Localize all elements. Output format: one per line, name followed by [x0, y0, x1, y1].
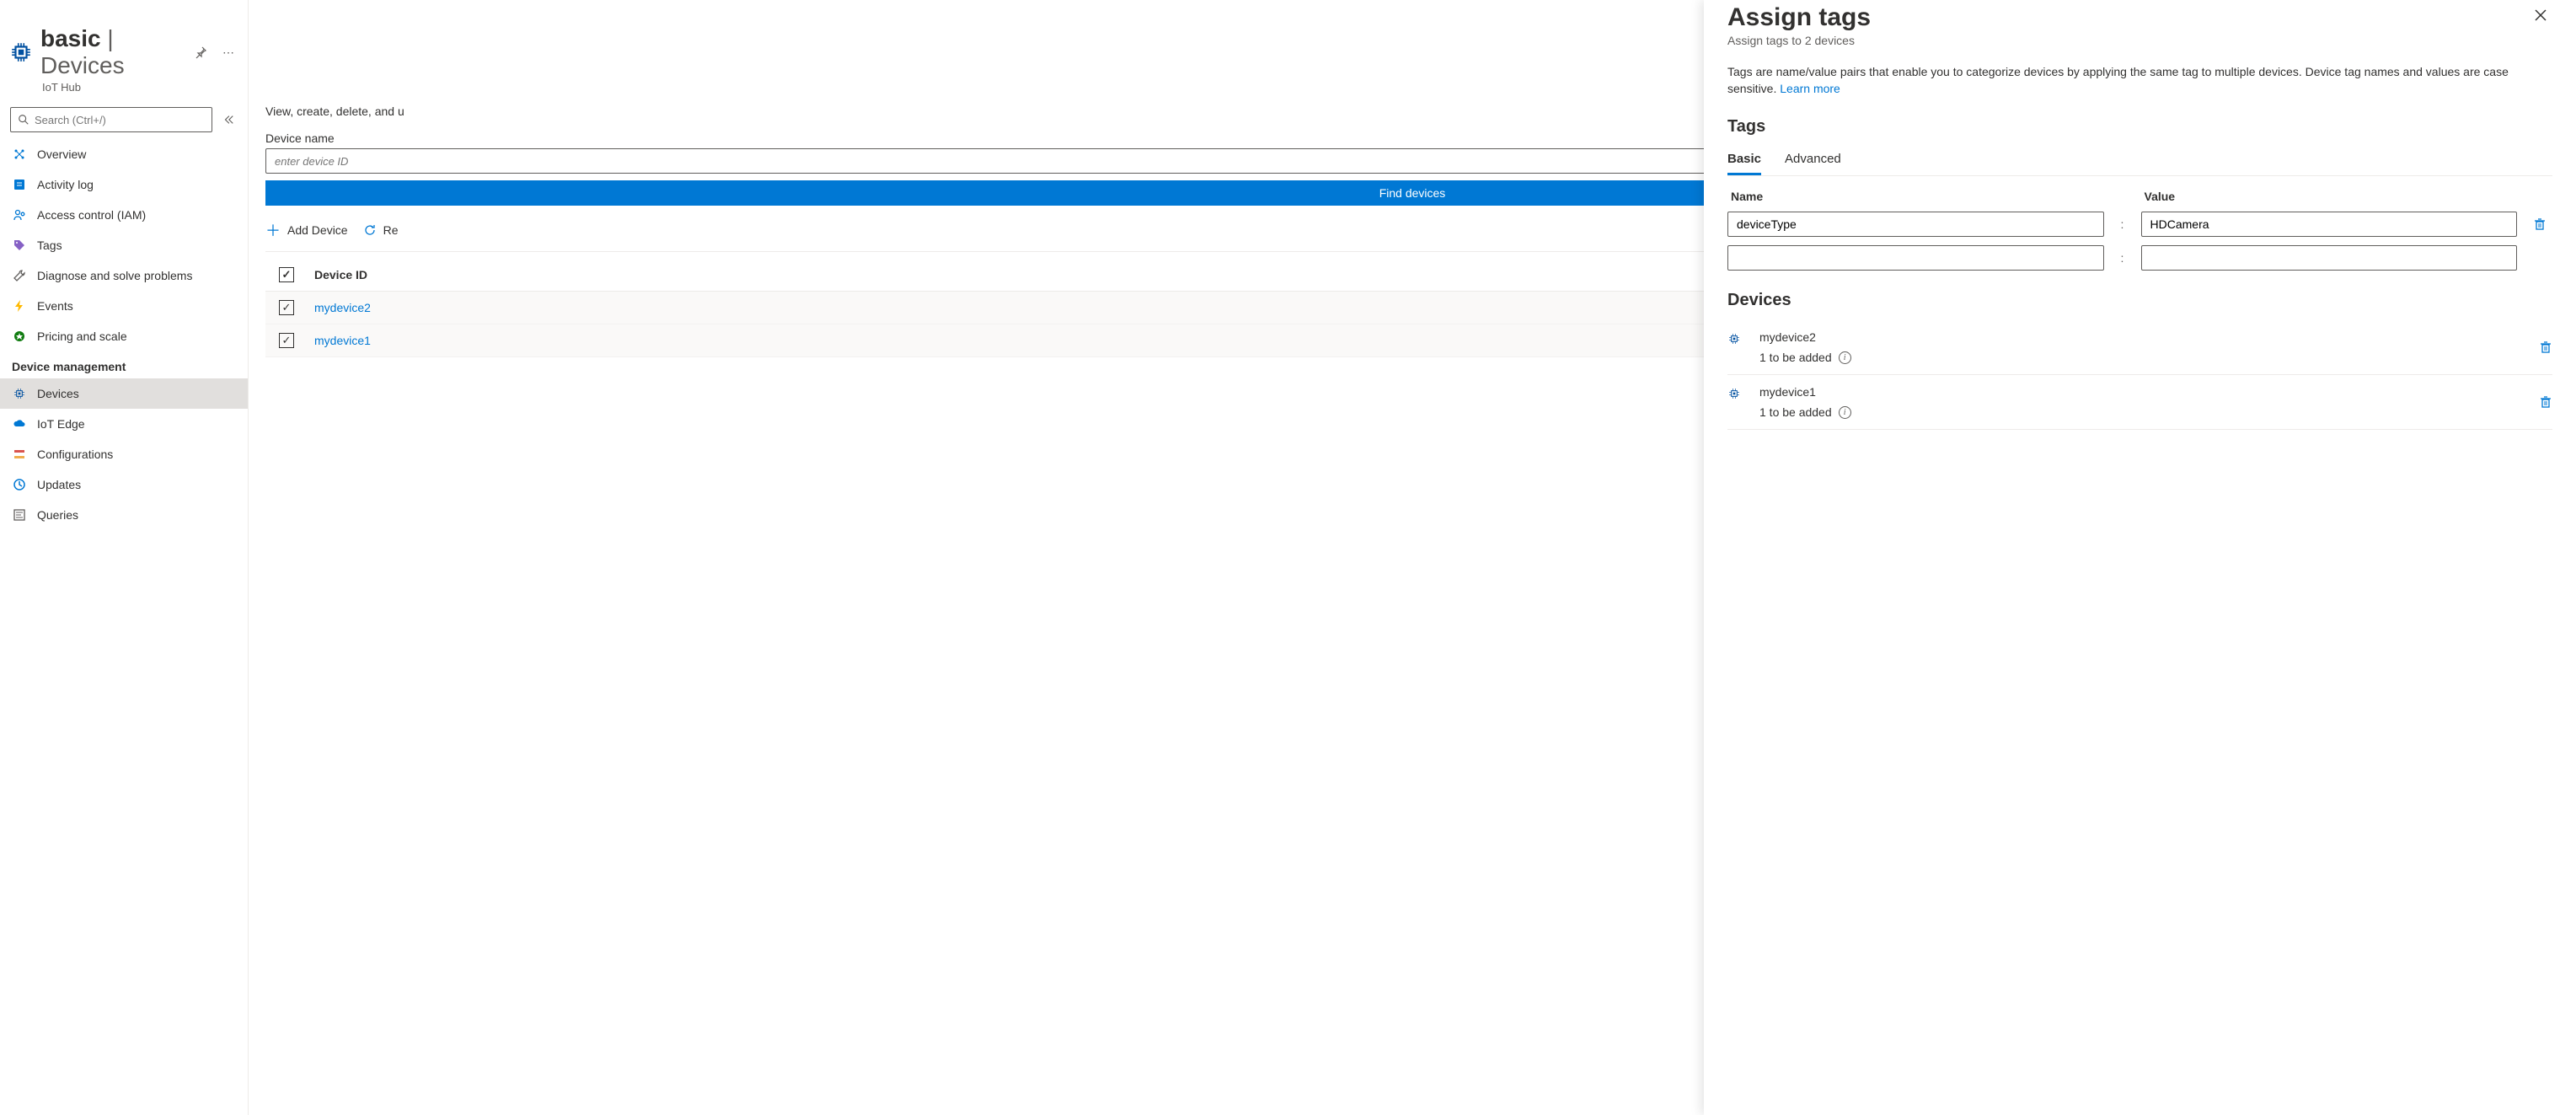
device-link[interactable]: mydevice2	[314, 301, 371, 314]
column-header-device-id: Device ID	[314, 268, 367, 281]
row-checkbox[interactable]	[279, 333, 294, 348]
tag-name-input[interactable]	[1727, 245, 2104, 271]
nav-label: Updates	[37, 478, 81, 491]
sidebar-item-events[interactable]: Events	[0, 291, 248, 321]
tags-heading: Tags	[1727, 117, 2552, 137]
tag-icon	[12, 238, 27, 253]
panel-title: Assign tags	[1727, 3, 1871, 32]
device-name: mydevice2	[1759, 330, 2527, 344]
sidebar-item-overview[interactable]: Overview	[0, 139, 248, 169]
device-status: 1 to be addedi	[1759, 351, 2527, 364]
nav-label: Pricing and scale	[37, 330, 127, 343]
refresh-icon	[363, 223, 377, 237]
nav-label: Tags	[37, 239, 62, 252]
tab-basic[interactable]: Basic	[1727, 152, 1761, 175]
plus-icon: ＋	[265, 219, 281, 241]
tag-name-input[interactable]	[1727, 212, 2104, 237]
nav-label: Overview	[37, 147, 86, 161]
row-checkbox[interactable]	[279, 300, 294, 315]
nav-label: Activity log	[37, 178, 94, 191]
more-icon[interactable]: ⋯	[219, 42, 238, 63]
panel-subtitle: Assign tags to 2 devices	[1727, 34, 1871, 47]
overview-icon	[12, 147, 27, 162]
bolt-icon	[12, 298, 27, 314]
sidebar-item-access-control-iam-[interactable]: Access control (IAM)	[0, 200, 248, 230]
tab-advanced[interactable]: Advanced	[1785, 152, 1841, 175]
device-entry: mydevice1 1 to be addedi	[1727, 375, 2552, 430]
sidebar-item-updates[interactable]: Updates	[0, 469, 248, 500]
sidebar-item-configurations[interactable]: Configurations	[0, 439, 248, 469]
learn-more-link[interactable]: Learn more	[1780, 82, 1840, 95]
nav-label: Queries	[37, 508, 78, 522]
column-header-value: Value	[2141, 190, 2518, 203]
nav-label: Devices	[37, 387, 79, 400]
colon-separator: :	[2114, 251, 2131, 265]
sidebar-item-pricing-and-scale[interactable]: Pricing and scale	[0, 321, 248, 351]
sidebar-item-tags[interactable]: Tags	[0, 230, 248, 260]
panel-description: Tags are name/value pairs that enable yo…	[1727, 64, 2552, 97]
nav-label: IoT Edge	[37, 417, 85, 431]
nav-label: Configurations	[37, 448, 113, 461]
nav-label: Access control (IAM)	[37, 208, 146, 222]
search-icon	[18, 114, 29, 126]
price-icon	[12, 329, 27, 344]
column-header-name: Name	[1727, 190, 2104, 203]
colon-separator: :	[2114, 217, 2131, 231]
refresh-button[interactable]: Re	[363, 223, 399, 237]
sidebar-item-activity-log[interactable]: Activity log	[0, 169, 248, 200]
pin-icon[interactable]	[190, 42, 211, 62]
tag-value-input[interactable]	[2141, 245, 2518, 271]
remove-device-button[interactable]	[2539, 340, 2552, 354]
search-input[interactable]	[35, 114, 205, 126]
remove-device-button[interactable]	[2539, 395, 2552, 409]
assign-tags-panel: Assign tags Assign tags to 2 devices Tag…	[1704, 0, 2576, 1115]
sidebar-item-iot-edge[interactable]: IoT Edge	[0, 409, 248, 439]
sidebar-item-queries[interactable]: Queries	[0, 500, 248, 530]
wrench-icon	[12, 268, 27, 283]
iam-icon	[12, 207, 27, 222]
nav-label: Events	[37, 299, 73, 313]
collapse-sidebar-icon[interactable]	[219, 110, 238, 129]
tag-value-input[interactable]	[2141, 212, 2518, 237]
page-title: basic | Devices	[40, 25, 182, 79]
info-icon[interactable]: i	[1839, 351, 1851, 364]
device-name: mydevice1	[1759, 385, 2527, 399]
close-icon[interactable]	[2529, 3, 2552, 27]
chip-icon	[1727, 332, 1748, 352]
select-all-checkbox[interactable]	[279, 267, 294, 282]
add-device-button[interactable]: ＋ Add Device	[265, 219, 348, 241]
nav-label: Diagnose and solve problems	[37, 269, 192, 282]
sidebar-item-diagnose-and-solve-problems[interactable]: Diagnose and solve problems	[0, 260, 248, 291]
query-icon	[12, 507, 27, 523]
config-icon	[12, 447, 27, 462]
cloud-icon	[12, 416, 27, 432]
resource-type: IoT Hub	[42, 81, 238, 94]
delete-tag-button[interactable]	[2527, 217, 2552, 231]
sidebar-item-devices[interactable]: Devices	[0, 378, 248, 409]
device-status: 1 to be addedi	[1759, 405, 2527, 419]
info-icon[interactable]: i	[1839, 406, 1851, 419]
chip-icon	[12, 386, 27, 401]
device-entry: mydevice2 1 to be addedi	[1727, 320, 2552, 375]
update-icon	[12, 477, 27, 492]
devices-heading: Devices	[1727, 291, 2552, 310]
log-icon	[12, 177, 27, 192]
search-input-wrapper[interactable]	[10, 107, 212, 132]
chip-icon	[1727, 387, 1748, 407]
nav-section-device-mgmt: Device management	[0, 351, 248, 378]
device-link[interactable]: mydevice1	[314, 334, 371, 347]
iot-hub-icon	[10, 40, 32, 64]
